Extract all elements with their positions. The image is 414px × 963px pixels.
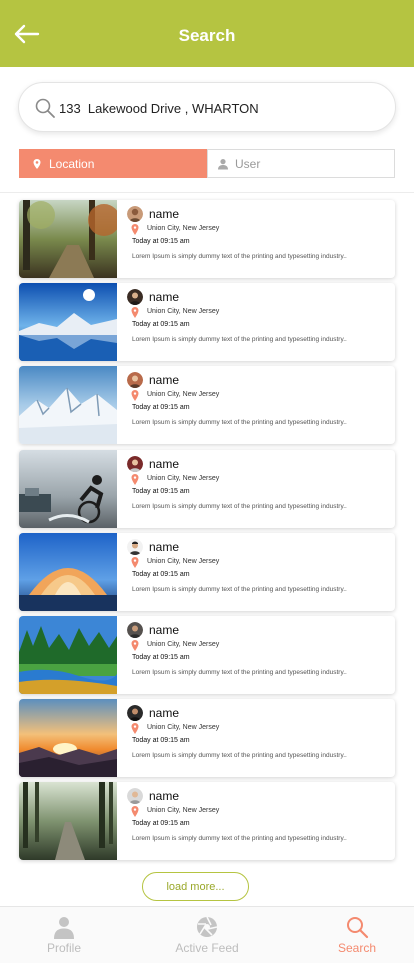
result-card[interactable]: name Union City, New Jersey Today at 09:… <box>19 366 395 445</box>
result-time: Today at 09:15 am <box>132 653 190 661</box>
search-icon <box>347 917 369 939</box>
map-pin-icon <box>131 556 139 568</box>
result-description: Lorem Ipsum is simply dummy text of the … <box>132 585 347 593</box>
tab-user[interactable]: User <box>207 149 395 178</box>
river-forest-image <box>19 615 117 694</box>
snowy-mountains-image <box>19 366 117 445</box>
monument-image <box>19 532 117 611</box>
search-type-tabs: Location User <box>19 149 395 178</box>
result-name: name <box>149 456 180 471</box>
result-card[interactable]: name Union City, New Jersey Today at 09:… <box>19 782 395 861</box>
avatar <box>127 206 143 222</box>
profile-icon <box>54 917 74 939</box>
result-location: Union City, New Jersey <box>147 474 220 482</box>
map-pin-icon <box>33 158 41 169</box>
result-location: Union City, New Jersey <box>147 391 220 399</box>
result-card[interactable]: name Union City, New Jersey Today at 09:… <box>19 699 395 778</box>
result-card[interactable]: name Union City, New Jersey Today at 09:… <box>19 532 395 611</box>
tab-user-label: User <box>235 156 261 171</box>
result-time: Today at 09:15 am <box>132 404 190 412</box>
result-time: Today at 09:15 am <box>132 487 190 495</box>
load-more-button[interactable]: load more... <box>142 872 249 901</box>
sunset-image <box>19 699 117 778</box>
result-name: name <box>149 539 180 554</box>
avatar <box>127 372 143 389</box>
search-input[interactable] <box>59 95 379 121</box>
misty-road-image <box>19 782 117 861</box>
result-description: Lorem Ipsum is simply dummy text of the … <box>132 419 347 427</box>
result-description: Lorem Ipsum is simply dummy text of the … <box>132 253 347 260</box>
avatar <box>127 538 143 555</box>
result-location: Union City, New Jersey <box>147 724 220 732</box>
result-card[interactable]: name Union City, New Jersey Today at 09:… <box>19 449 395 528</box>
nav-label-search: Search <box>337 941 377 955</box>
user-icon <box>218 158 228 169</box>
map-pin-icon <box>131 723 139 735</box>
result-description: Lorem Ipsum is simply dummy text of the … <box>132 668 347 676</box>
map-pin-icon <box>131 639 139 651</box>
result-name: name <box>149 789 180 804</box>
result-card[interactable]: name Union City, New Jersey Today at 09:… <box>19 283 395 362</box>
result-card[interactable]: name Union City, New Jersey Today at 09:… <box>19 200 395 278</box>
result-description: Lorem Ipsum is simply dummy text of the … <box>132 752 347 760</box>
avatar <box>127 621 143 638</box>
result-name: name <box>149 706 180 721</box>
result-name: name <box>149 622 180 637</box>
map-pin-icon <box>131 390 139 402</box>
avatar <box>127 788 143 805</box>
result-location: Union City, New Jersey <box>147 640 220 648</box>
result-location: Union City, New Jersey <box>147 807 220 815</box>
cyclist-image <box>19 449 117 528</box>
result-card[interactable]: name Union City, New Jersey Today at 09:… <box>19 615 395 694</box>
results-list: name Union City, New Jersey Today at 09:… <box>19 200 395 866</box>
result-name: name <box>149 207 180 221</box>
tab-location[interactable]: Location <box>19 149 207 178</box>
result-time: Today at 09:15 am <box>132 238 190 245</box>
result-name: name <box>149 373 180 388</box>
divider <box>0 192 414 193</box>
nav-item-search[interactable]: Search <box>297 907 414 963</box>
map-pin-icon <box>131 806 139 818</box>
result-location: Union City, New Jersey <box>147 308 220 316</box>
nav-item-profile[interactable]: Profile <box>4 907 124 963</box>
bottom-nav: Profile Active Feed Search <box>0 906 414 963</box>
nav-label-profile: Profile <box>46 941 81 955</box>
result-location: Union City, New Jersey <box>147 557 220 565</box>
result-description: Lorem Ipsum is simply dummy text of the … <box>132 835 347 843</box>
result-description: Lorem Ipsum is simply dummy text of the … <box>132 502 347 510</box>
search-bar[interactable] <box>18 82 396 132</box>
tab-location-label: Location <box>49 156 95 171</box>
avatar <box>127 705 143 722</box>
search-icon <box>35 98 55 118</box>
avatar <box>127 455 143 472</box>
avatar <box>127 289 143 306</box>
result-location: Union City, New Jersey <box>147 225 220 232</box>
result-description: Lorem Ipsum is simply dummy text of the … <box>132 336 347 344</box>
nav-label-active-feed: Active Feed <box>175 941 239 955</box>
mountain-lake-image <box>19 283 117 362</box>
map-pin-icon <box>131 224 139 235</box>
aperture-icon <box>197 916 218 937</box>
nav-item-active-feed[interactable]: Active Feed <box>147 907 267 963</box>
forest-path-image <box>19 200 117 278</box>
result-name: name <box>149 290 180 305</box>
map-pin-icon <box>131 307 139 319</box>
map-pin-icon <box>131 473 139 485</box>
page-title: Search <box>178 26 236 45</box>
result-time: Today at 09:15 am <box>132 737 190 745</box>
app-header: Search <box>0 0 414 67</box>
result-time: Today at 09:15 am <box>132 570 190 578</box>
result-time: Today at 09:15 am <box>132 321 190 329</box>
result-time: Today at 09:15 am <box>132 820 190 828</box>
